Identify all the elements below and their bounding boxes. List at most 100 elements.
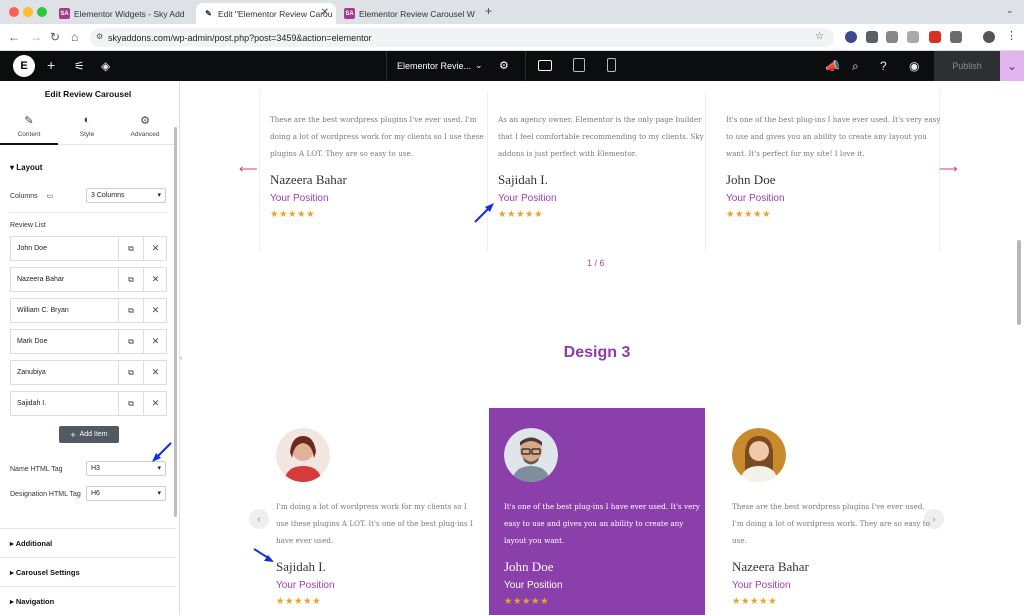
review-card: These are the best wordpress plugins I'v… — [270, 111, 488, 220]
tab-list-chevron-icon[interactable]: ⌄ — [1006, 5, 1014, 16]
publish-button[interactable]: Publish — [934, 51, 1000, 81]
tablet-view-icon[interactable] — [573, 58, 585, 72]
designation-html-tag-label: Designation HTML Tag — [10, 491, 81, 498]
address-row: ← → ↻ ⌂ ⚙ skyaddons.com/wp-admin/post.ph… — [0, 24, 1024, 51]
pencil-icon: ✎ — [24, 115, 34, 127]
review-item[interactable]: William C. Bryan ⧉ ✕ — [10, 298, 167, 323]
carousel-prev-arrow-icon[interactable]: ⟵ — [239, 161, 258, 177]
section-additional[interactable]: ▸ Additional — [0, 528, 176, 557]
review-item[interactable]: Sajidah I. ⧉ ✕ — [10, 391, 167, 416]
maximize-window-icon[interactable] — [37, 7, 47, 17]
review-card: These are the best wordpress plugins I'v… — [717, 408, 933, 615]
reviewer-avatar — [504, 428, 558, 482]
review-item[interactable]: Zanubiya ⧉ ✕ — [10, 360, 167, 385]
publish-options-chevron-icon[interactable]: ⌄ — [1000, 51, 1024, 81]
browser-menu-icon[interactable]: ⋮ — [1006, 29, 1017, 42]
extension-4-icon[interactable] — [907, 31, 919, 43]
tab-title: Edit "Elementor Review Carou — [218, 8, 333, 19]
browser-tab-1[interactable]: SA Elementor Widgets - Sky Add — [52, 3, 195, 24]
annotation-arrow-icon — [152, 442, 172, 462]
tab-content[interactable]: ✎ Content — [0, 107, 58, 145]
tab-style[interactable]: ◐ Style — [58, 107, 116, 145]
collapse-panel-chevron-icon[interactable]: ‹ — [180, 355, 188, 367]
close-tab-icon[interactable]: ✕ — [321, 7, 329, 18]
remove-icon[interactable]: ✕ — [143, 299, 167, 322]
remove-icon[interactable]: ✕ — [143, 361, 167, 384]
elementor-logo-icon[interactable]: E — [13, 55, 35, 77]
duplicate-icon[interactable]: ⧉ — [118, 268, 143, 291]
annotation-arrow-icon — [253, 548, 274, 562]
page-settings-gear-icon[interactable]: ⚙ — [499, 59, 509, 72]
tab-advanced[interactable]: ⚙ Advanced — [116, 107, 174, 145]
desktop-view-icon[interactable] — [538, 60, 552, 71]
structure-layers-icon[interactable]: ◈ — [101, 59, 110, 73]
section-label: Layout — [16, 163, 43, 172]
sky-addons-favicon-icon: SA — [59, 8, 70, 19]
profile-avatar-icon[interactable] — [983, 31, 995, 43]
home-icon[interactable]: ⌂ — [71, 30, 78, 44]
forward-icon[interactable]: → — [30, 30, 42, 44]
reviewer-name: John Doe — [726, 172, 776, 187]
page-scrollbar[interactable] — [1017, 240, 1021, 325]
search-icon[interactable]: ⌕ — [852, 59, 859, 74]
browser-tab-2[interactable]: ✎ Edit "Elementor Review Carou ✕ — [196, 3, 336, 24]
review-text: As an agency owner, Elementor is the onl… — [498, 115, 704, 158]
section-navigation[interactable]: ▸ Navigation — [0, 586, 176, 615]
gear-icon: ⚙ — [140, 115, 150, 127]
reload-icon[interactable]: ↻ — [50, 30, 60, 44]
duplicate-icon[interactable]: ⧉ — [118, 330, 143, 353]
remove-icon[interactable]: ✕ — [143, 268, 167, 291]
duplicate-icon[interactable]: ⧉ — [118, 361, 143, 384]
address-bar[interactable]: ⚙ skyaddons.com/wp-admin/post.php?post=3… — [90, 28, 834, 47]
bookmark-star-icon[interactable]: ☆ — [815, 31, 824, 42]
review-item[interactable]: Nazeera Bahar ⧉ ✕ — [10, 267, 167, 292]
divider — [10, 212, 167, 213]
tab-label: Advanced — [130, 131, 160, 138]
minimize-window-icon[interactable] — [23, 7, 33, 17]
add-element-icon[interactable]: + — [47, 57, 55, 73]
remove-icon[interactable]: ✕ — [143, 392, 167, 415]
extension-3-icon[interactable] — [886, 31, 898, 43]
extension-2-icon[interactable] — [866, 31, 878, 43]
new-tab-icon[interactable]: + — [485, 4, 492, 18]
add-item-button[interactable]: + Add Item — [59, 426, 119, 443]
close-window-icon[interactable] — [9, 7, 19, 17]
site-info-icon[interactable]: ⚙ — [96, 32, 103, 41]
duplicate-icon[interactable]: ⧉ — [118, 237, 143, 260]
star-rating-icon: ★★★★★ — [732, 596, 778, 607]
star-rating-icon: ★★★★★ — [276, 596, 322, 607]
extensions-puzzle-icon[interactable] — [950, 31, 962, 43]
review-list-label: Review List — [10, 222, 46, 229]
extension-1-icon[interactable] — [845, 31, 857, 43]
section-label: Carousel Settings — [15, 568, 80, 577]
extension-5-icon[interactable] — [929, 31, 941, 43]
review-text: It's one of the best plug-ins I have eve… — [504, 502, 700, 545]
review-item[interactable]: John Doe ⧉ ✕ — [10, 236, 167, 261]
review-item[interactable]: Mark Doe ⧉ ✕ — [10, 329, 167, 354]
document-title-dropdown[interactable]: Elementor Revie... ⌄ ⚙ — [386, 51, 526, 81]
remove-icon[interactable]: ✕ — [143, 330, 167, 353]
edit-favicon-icon: ✎ — [203, 8, 214, 19]
help-icon[interactable]: ? — [880, 59, 887, 73]
section-heading: Design 3 — [563, 344, 631, 361]
tab-bar: SA Elementor Widgets - Sky Add ✎ Edit "E… — [0, 0, 1024, 24]
preview-eye-icon[interactable]: ◉ — [909, 59, 919, 73]
section-carousel-settings[interactable]: ▸ Carousel Settings — [0, 557, 176, 586]
back-icon[interactable]: ← — [8, 30, 20, 44]
mobile-view-icon[interactable] — [607, 58, 616, 72]
columns-select[interactable]: 3 Columns — [86, 188, 166, 203]
duplicate-icon[interactable]: ⧉ — [118, 299, 143, 322]
designation-html-tag-select[interactable]: H6 — [86, 486, 166, 501]
panel-scrollbar[interactable] — [174, 127, 177, 517]
browser-tab-3[interactable]: SA Elementor Review Carousel W — [337, 3, 480, 24]
star-rating-icon: ★★★★★ — [498, 209, 544, 220]
section-label: Additional — [15, 539, 53, 548]
remove-icon[interactable]: ✕ — [143, 237, 167, 260]
desktop-responsive-icon[interactable]: ▭ — [47, 193, 54, 200]
document-title: Elementor Revie... — [397, 61, 472, 71]
section-layout[interactable]: ▾ Layout — [10, 163, 42, 172]
notifications-megaphone-icon[interactable]: 📣 — [825, 59, 840, 73]
duplicate-icon[interactable]: ⧉ — [118, 392, 143, 415]
review-text: These are the best wordpress plugins I'v… — [732, 502, 930, 545]
site-settings-icon[interactable]: ⚟ — [74, 59, 85, 73]
